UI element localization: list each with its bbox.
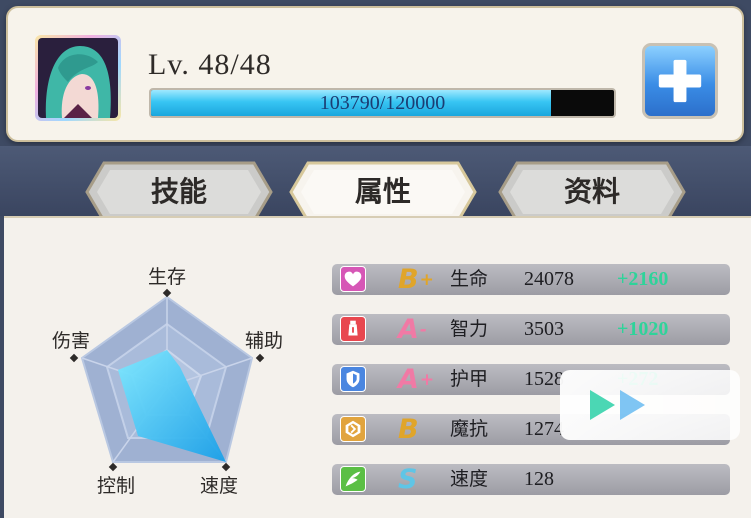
stat-grade: S: [398, 464, 418, 495]
stat-name: 智力: [450, 318, 489, 340]
stat-name: 魔抗: [450, 418, 489, 440]
stat-row-intelligence: A- 智力 3503 +1020: [332, 314, 730, 345]
stat-grade: B+: [398, 264, 434, 295]
radar-vertex-marker: [69, 353, 79, 363]
character-header: Lv. 48/48 103790/120000: [6, 6, 744, 142]
radar-vertex-marker: [108, 462, 118, 472]
stat-name: 护甲: [450, 368, 489, 390]
character-portrait-icon: [38, 38, 118, 118]
stat-value: 24078: [524, 268, 574, 290]
tab-label: 属性: [354, 175, 411, 208]
radar-label-survival: 生存: [148, 266, 187, 288]
shield-icon: [340, 366, 366, 392]
tab-profile[interactable]: 资料: [497, 160, 687, 224]
tab-label: 技能: [150, 175, 207, 208]
radar-label-control: 控制: [97, 475, 136, 497]
stat-value: 3503: [524, 318, 564, 340]
stat-name: 生命: [450, 268, 489, 290]
level-text: Lv. 48/48: [148, 48, 272, 81]
stat-row-magic-resist: B 魔抗 1274: [332, 414, 730, 445]
tab-label: 资料: [563, 175, 620, 208]
tab-skills[interactable]: 技能: [84, 160, 274, 224]
xp-progress-bar: 103790/120000: [149, 88, 616, 118]
radar-label-support: 辅助: [245, 330, 284, 352]
magic-resist-icon: [340, 416, 366, 442]
stat-bonus: +1020: [617, 318, 669, 340]
stat-value: 1528: [524, 368, 564, 390]
stat-grade: A-: [398, 314, 427, 345]
radar-label-damage: 伤害: [52, 330, 91, 352]
add-xp-button[interactable]: [642, 43, 718, 119]
radar-vertex-marker: [255, 353, 265, 363]
xp-progress-text: 103790/120000: [319, 92, 446, 114]
stat-value: 128: [524, 468, 554, 490]
stat-row-speed: S 速度 128: [332, 464, 730, 495]
stat-bonus: +272: [617, 368, 659, 390]
radar-vertex-marker: [221, 462, 231, 472]
radar-label-speed: 速度: [200, 475, 239, 497]
stat-grade: A+: [398, 364, 435, 395]
plus-icon: [658, 59, 702, 103]
heart-icon: [340, 266, 366, 292]
stat-name: 速度: [450, 468, 489, 490]
wing-icon: [340, 466, 366, 492]
stat-value: 1274: [524, 418, 564, 440]
potion-icon: [340, 316, 366, 342]
character-avatar[interactable]: [35, 35, 121, 121]
stat-row-health: B+ 生命 24078 +2160: [332, 264, 730, 295]
radar-vertex-marker: [162, 288, 172, 298]
stat-row-armor: A+ 护甲 1528 +272: [332, 364, 730, 395]
stat-grade: B: [398, 414, 419, 445]
tab-attributes[interactable]: 属性: [288, 160, 478, 224]
stat-bonus: +2160: [617, 268, 669, 290]
